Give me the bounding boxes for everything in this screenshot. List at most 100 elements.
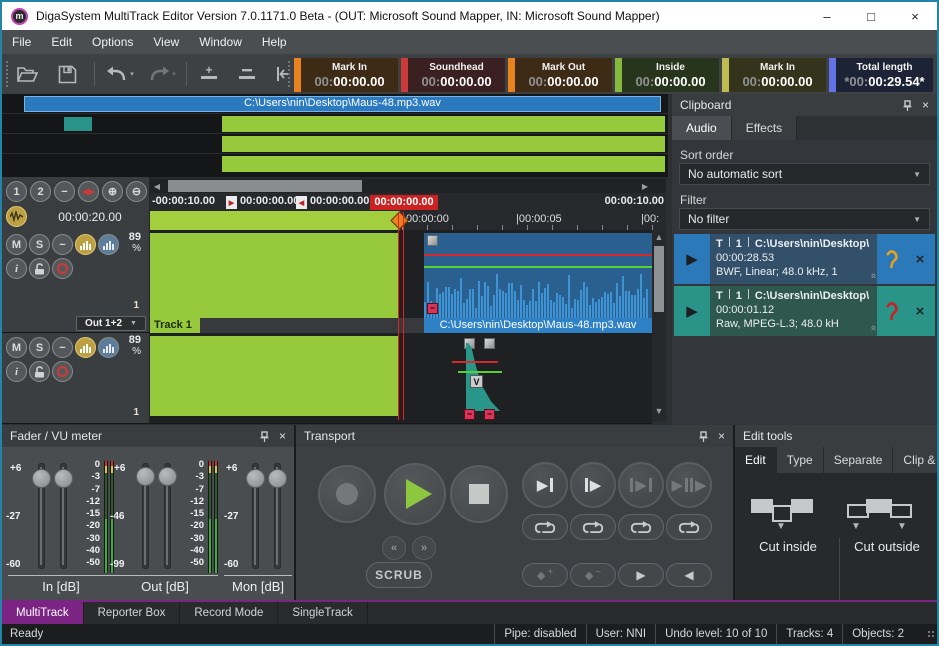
filter-select[interactable]: No filter▼ [679,208,930,230]
scroll-left-icon[interactable]: ◀ [150,180,164,192]
tab-audio[interactable]: Audio [672,116,732,140]
mini-clip-line-green[interactable] [458,371,502,373]
horizontal-scrollbar[interactable]: ◀ ▶ [150,179,666,193]
mark-out-flag-icon[interactable]: ◀ [296,196,307,209]
remove-track-icon[interactable] [234,62,260,86]
redo-icon[interactable]: ▾ [144,62,180,86]
track1-body[interactable]: − Track 1 C:\Users\nin\Desktop\Maus-48.m… [150,230,652,333]
scroll-down-icon[interactable]: ▼ [652,406,666,416]
pin-icon[interactable] [699,431,708,442]
overview-clip-track1[interactable]: C:\Users\nin\Desktop\Maus-48.mp3.wav [24,96,661,112]
track2-lock-icon[interactable] [29,361,50,382]
vertical-scrollbar[interactable]: ▲ ▼ [652,230,666,422]
sort-order-select[interactable]: No automatic sort▼ [679,163,930,185]
resize-grip[interactable] [927,630,935,638]
menu-file[interactable]: File [2,30,41,54]
next-marker-button[interactable]: ▶ [618,563,664,587]
clip-fade-handle[interactable] [427,235,438,246]
maximize-button[interactable]: □ [849,2,893,30]
track1-info-button[interactable]: i [6,258,27,279]
cut-outside-tool[interactable]: ▼ ▼ Cut outside [847,495,927,529]
open-file-icon[interactable] [14,62,40,86]
track1-name-chip[interactable]: Track 1 [150,318,200,333]
loop-button-2[interactable] [570,514,616,540]
scrollbar-thumb[interactable] [168,180,362,192]
clip-gain-line-green[interactable] [424,266,652,268]
loop-button-4[interactable] [666,514,712,540]
toolbar-grip[interactable] [288,61,291,87]
tab-effects[interactable]: Effects [732,116,797,140]
playhead-line[interactable] [398,212,399,420]
play-between-marks-button[interactable]: ▶ [618,462,664,508]
clipboard-item-1[interactable]: ▶ T1C:\Users\nin\Desktop\ 00:00:28.53 BW… [674,234,935,284]
fader-knob[interactable] [246,469,265,488]
track1-mute-button[interactable]: M [6,234,27,255]
remove-marker-button[interactable]: ◆− [570,563,616,587]
loop-button-3[interactable] [618,514,664,540]
item2-listen-ear-icon[interactable] [877,286,905,336]
playhead-line[interactable] [403,212,404,420]
overview-clip-track2[interactable] [222,116,665,132]
track2-solo-button[interactable]: S [29,337,50,358]
play-button[interactable] [384,463,446,525]
zoom-preset-2-button[interactable]: 2 [30,181,51,202]
mini-clip-fade-handle[interactable] [484,338,495,349]
menu-window[interactable]: Window [189,30,252,54]
clipboard-item-2[interactable]: ▶ T1C:\Users\nin\Desktop\ 00:00:01.12 Ra… [674,286,935,336]
track2-body[interactable]: V − − [150,333,652,424]
fader-knob[interactable] [32,469,51,488]
ruler-marks-row[interactable]: -00:00:10.00 ▶ 00:00:00.00 ◀ 00:00:00.00… [150,195,666,211]
item1-listen-ear-icon[interactable] [877,234,905,284]
pin-icon[interactable] [260,431,269,442]
tab-edit[interactable]: Edit [735,447,777,473]
loop-button-1[interactable] [522,514,568,540]
toolbar-grip[interactable] [6,61,9,87]
pin-icon[interactable] [903,100,912,111]
menu-help[interactable]: Help [252,30,297,54]
rewind-button[interactable]: « [382,536,406,560]
overview-clip-track3[interactable] [222,136,665,152]
item2-play-icon[interactable]: ▶ [674,286,710,336]
item1-play-icon[interactable]: ▶ [674,234,710,284]
mini-clip-level-handle[interactable]: − [464,409,475,420]
undo-icon[interactable]: ▾ [102,62,138,86]
fader-knob[interactable] [158,467,177,486]
menu-edit[interactable]: Edit [41,30,82,54]
tab-type[interactable]: Type [777,447,824,473]
expand-chevron-icon[interactable]: « [866,273,877,277]
close-icon[interactable]: × [279,429,286,443]
expand-chevron-icon[interactable]: « [866,325,877,329]
track2-meter-gold-icon[interactable] [75,337,96,358]
waveform-zoom-icon[interactable] [6,206,27,227]
menu-options[interactable]: Options [82,30,143,54]
vscrollbar-thumb[interactable] [654,246,664,312]
fader-knob[interactable] [54,469,73,488]
menu-view[interactable]: View [143,30,189,54]
tab-clip-item[interactable]: Clip & I [893,447,939,473]
track2-green-clip[interactable] [150,336,398,416]
fader-knob[interactable] [136,467,155,486]
overview-clip-track4[interactable] [222,156,665,172]
zoom-preset-1-button[interactable]: 1 [6,181,27,202]
close-icon[interactable]: × [718,429,725,443]
go-to-start-icon[interactable] [270,62,296,86]
track1-collapse-button[interactable]: − [52,234,73,255]
tab-reporter-box[interactable]: Reporter Box [84,602,181,624]
zoom-to-marks-icon[interactable]: ◀▶ [78,181,99,202]
mini-clip-line-red[interactable] [452,361,498,363]
close-icon[interactable]: × [922,98,929,112]
tab-separate[interactable]: Separate [824,447,894,473]
ruler-selection-region[interactable] [150,211,400,230]
fader-knob[interactable] [268,469,287,488]
clip-level-handle[interactable]: − [427,303,438,314]
track1-output-select[interactable]: Out 1+2▼ [76,316,146,331]
add-marker-button[interactable]: ◆+ [522,563,568,587]
item1-remove-icon[interactable]: × [905,234,935,284]
track2-record-arm-button[interactable] [52,361,73,382]
track1-meter-blue-icon[interactable] [98,234,119,255]
play-from-mark-button[interactable]: ▶ [570,462,616,508]
track1-clip-path-chip[interactable]: C:\Users\nin\Desktop\Maus-48.mp3.wav [424,318,652,333]
tab-record-mode[interactable]: Record Mode [180,602,278,624]
clip-gain-line-red[interactable] [424,254,652,256]
cut-inside-tool[interactable]: ▼ Cut inside [751,495,825,529]
